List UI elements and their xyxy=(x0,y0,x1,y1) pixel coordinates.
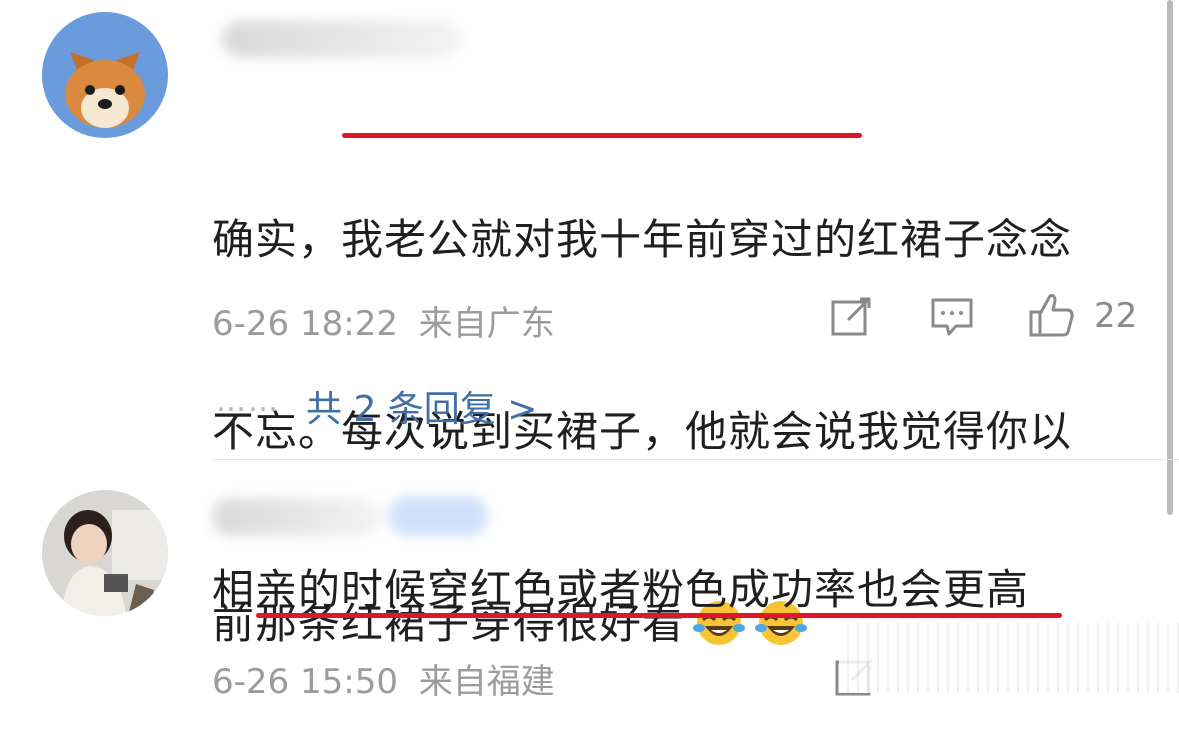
ellipsis: …… xyxy=(216,384,280,419)
avatar[interactable] xyxy=(42,12,168,138)
comment-meta: 6-26 18:22 来自广东 xyxy=(212,296,555,345)
view-replies-link[interactable]: 共 2 条回复 > xyxy=(306,380,537,432)
username-blurred[interactable] xyxy=(222,20,462,58)
location: 来自福建 xyxy=(418,662,555,702)
comment-line: 确实，我老公就对我十年前穿过的红裙子念念 xyxy=(212,215,1073,264)
avatar[interactable] xyxy=(42,490,168,616)
divider xyxy=(212,459,1179,460)
comment-button[interactable] xyxy=(930,296,974,338)
comment-icon xyxy=(931,298,973,336)
share-edit-icon xyxy=(831,297,871,336)
repost-button[interactable] xyxy=(830,296,872,338)
shiba-dog-avatar-icon xyxy=(42,12,168,138)
like-count: 22 xyxy=(1094,296,1138,336)
like-button[interactable] xyxy=(1028,292,1076,338)
scrollbar[interactable] xyxy=(1167,0,1173,515)
location: 来自广东 xyxy=(418,304,555,344)
obscured-actions xyxy=(839,623,1179,693)
thumbs-up-icon xyxy=(1029,294,1074,337)
username-blurred[interactable] xyxy=(212,498,382,536)
comment-meta: 6-26 15:50 来自福建 xyxy=(212,654,555,703)
timestamp: 6-26 18:22 xyxy=(212,304,398,344)
red-underline xyxy=(256,613,1062,618)
red-underline xyxy=(342,133,862,138)
highlighted-phrase: 我老公就对我十年前穿过的 xyxy=(341,215,858,264)
timestamp: 6-26 15:50 xyxy=(212,662,398,702)
child-photo-avatar-icon xyxy=(42,490,168,616)
verified-badge-blurred xyxy=(388,496,488,536)
